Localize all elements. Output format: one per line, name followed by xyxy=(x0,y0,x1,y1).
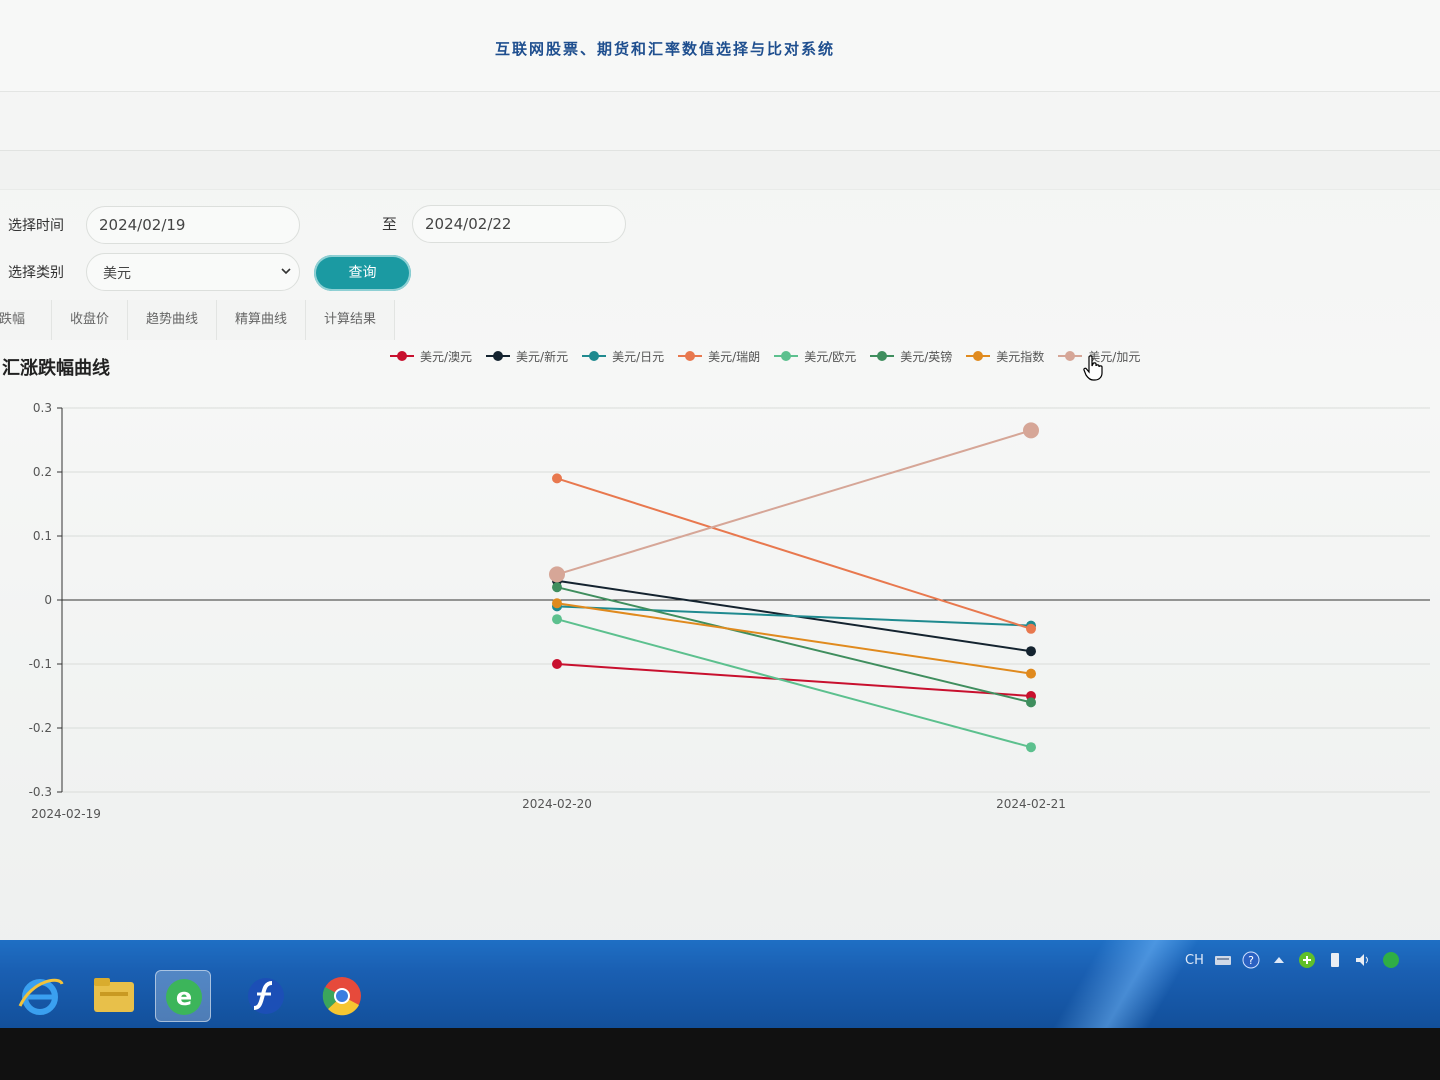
ie-icon[interactable] xyxy=(12,970,68,1022)
series-line xyxy=(556,663,1032,697)
y-tick-label: 0.3 xyxy=(33,401,52,415)
flash-icon[interactable] xyxy=(238,970,294,1022)
category-label: 选择类别 xyxy=(8,265,64,281)
legend-item[interactable]: 美元/新元 xyxy=(486,348,568,365)
legend-item[interactable]: 美元/瑞朗 xyxy=(678,348,760,365)
app-header: 互联网股票、期货和汇率数值选择与比对系统 xyxy=(0,0,1440,92)
y-tick-label: 0.2 xyxy=(33,465,52,479)
security-icon[interactable] xyxy=(1382,951,1400,969)
legend-item[interactable]: 美元/欧元 xyxy=(774,348,856,365)
end-date-input[interactable] xyxy=(412,205,626,243)
data-point xyxy=(552,473,562,484)
browser-e-icon[interactable]: e xyxy=(155,970,211,1022)
start-date-input[interactable] xyxy=(86,206,300,244)
help-icon[interactable]: ? xyxy=(1242,951,1260,969)
data-point xyxy=(1026,623,1036,634)
chart-title: 汇涨跌幅曲线 xyxy=(2,358,110,379)
series-line xyxy=(556,605,1032,627)
data-point xyxy=(1026,742,1036,753)
legend-label: 美元/澳元 xyxy=(420,349,473,364)
chart-legend: 美元/澳元 美元/新元 美元/日元 美元/瑞朗 美元/欧元 美元/英镑 美元指数 美元/加元 xyxy=(390,344,1154,368)
legend-label: 美元/瑞朗 xyxy=(708,349,761,364)
legend-label: 美元/英镑 xyxy=(900,349,953,364)
data-point xyxy=(549,566,565,583)
language-indicator[interactable]: CH xyxy=(1185,953,1204,968)
keyboard-icon[interactable] xyxy=(1214,951,1232,969)
legend-label: 美元/欧元 xyxy=(804,349,857,364)
legend-item[interactable]: 美元/英镑 xyxy=(870,348,952,365)
tab-trend[interactable]: 趋势曲线 xyxy=(128,300,218,340)
chevron-down-icon xyxy=(281,268,291,275)
data-point xyxy=(552,659,562,669)
page-title: 互联网股票、期货和汇率数值选择与比对系统 xyxy=(494,40,835,58)
data-point xyxy=(552,598,562,609)
y-tick-label: 0.1 xyxy=(33,529,52,543)
legend-label: 美元指数 xyxy=(996,349,1045,364)
data-point xyxy=(552,582,562,593)
tab-change[interactable]: 涨跌幅 xyxy=(0,300,52,340)
usb-device-icon[interactable] xyxy=(1326,951,1344,969)
series-line xyxy=(556,586,1032,704)
legend-marker xyxy=(774,350,799,362)
data-point xyxy=(1026,668,1036,679)
legend-label: 美元/日元 xyxy=(612,349,665,364)
data-point xyxy=(1026,697,1036,708)
data-point xyxy=(552,614,562,625)
file-explorer-icon[interactable] xyxy=(86,970,142,1022)
legend-marker xyxy=(390,350,414,362)
x-tick-label: 2024-02-21 xyxy=(996,797,1066,811)
legend-marker xyxy=(966,350,991,362)
legend-marker xyxy=(870,350,895,362)
legend-marker xyxy=(678,350,703,362)
legend-marker xyxy=(1058,350,1083,362)
svg-text:?: ? xyxy=(1248,954,1254,967)
change-line-chart: 0.3 0.2 0.1 0 -0.1 -0.2 -0.3 2024-02-19 2024-02-… xyxy=(29,401,1430,821)
y-tick-label: 0 xyxy=(44,593,52,607)
tab-bar: 涨跌幅 收盘价 趋势曲线 精算曲线 计算结果 xyxy=(0,300,400,340)
tab-actuarial[interactable]: 精算曲线 xyxy=(217,300,307,340)
x-tick-label: 2024-02-19 xyxy=(31,807,101,821)
chrome-icon[interactable] xyxy=(314,970,370,1022)
hand-cursor-icon xyxy=(1083,355,1103,381)
query-button[interactable]: 查询 xyxy=(314,255,411,291)
y-tick-label: -0.1 xyxy=(29,657,52,671)
svg-text:e: e xyxy=(176,983,192,1011)
network-icon[interactable] xyxy=(1298,951,1316,969)
monitor-bezel xyxy=(0,1028,1440,1080)
legend-item[interactable]: 美元指数 xyxy=(966,348,1044,365)
legend-marker xyxy=(486,350,511,362)
divider-band xyxy=(0,150,1440,190)
tray-arrow-icon[interactable] xyxy=(1270,951,1288,969)
tab-results[interactable]: 计算结果 xyxy=(306,300,396,340)
screen: 互联网股票、期货和汇率数值选择与比对系统 选择时间 至 选择类别 美元 查询 涨… xyxy=(0,0,1440,980)
tab-close-price[interactable]: 收盘价 xyxy=(52,300,129,340)
legend-item[interactable]: 美元/日元 xyxy=(582,348,664,365)
y-tick-label: -0.2 xyxy=(29,721,52,735)
volume-icon[interactable] xyxy=(1354,951,1372,969)
y-tick-label: -0.3 xyxy=(29,785,52,799)
legend-label: 美元/新元 xyxy=(516,349,569,364)
legend-marker xyxy=(582,350,607,362)
category-select[interactable]: 美元 xyxy=(86,253,300,291)
category-value: 美元 xyxy=(103,266,131,282)
to-label: 至 xyxy=(382,215,398,233)
x-tick-label: 2024-02-20 xyxy=(522,797,592,811)
time-label: 选择时间 xyxy=(8,218,64,234)
data-point xyxy=(1026,646,1036,657)
legend-item[interactable]: 美元/澳元 xyxy=(390,348,472,365)
data-point xyxy=(1023,422,1039,439)
system-tray: CH ? xyxy=(1185,945,1400,975)
